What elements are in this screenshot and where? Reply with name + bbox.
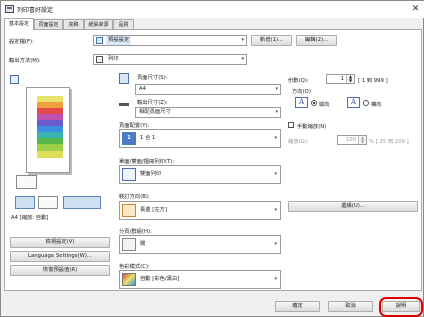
output-method-value: 列印 [108,56,119,62]
collate-select[interactable]: 關 ▾ [119,235,281,254]
scale-spinner[interactable]: 100 ▲ ▼ [337,135,367,145]
portrait-icon: A [295,97,308,108]
profile-select[interactable]: 預設設定 ▾ [93,35,247,46]
profile-value: 預設設定 [106,36,132,45]
duplex-select[interactable]: 雙面列印 ▾ [119,165,281,184]
collate-icon [122,238,136,251]
copies-value: 1 [340,76,344,82]
edit-profile-button[interactable]: 編輯(2)... [296,35,337,46]
orientation-label: 方向(O) [292,89,311,95]
collate-value: 關 [140,241,146,247]
chevron-down-icon: ▾ [275,86,278,92]
chevron-down-icon: ▾ [241,37,244,43]
portrait-label: 縱向 [319,102,330,108]
binding-value: 長邊 [左方] [140,207,168,213]
preview-page [26,87,70,173]
binding-icon [122,204,136,217]
page-size-label: 頁面尺寸(S): [137,75,168,81]
preview-color-bars [37,96,63,158]
close-icon[interactable]: ✕ [409,3,422,15]
spinner-arrows-icon[interactable]: ▲ ▼ [358,136,366,144]
color-mode-label: 色彩模式(C): [119,264,150,270]
manual-scaling-checkbox[interactable] [288,122,294,128]
title-bar: 列印喜好設定 ✕ [1,1,424,18]
binding-label: 裝訂方向(B): [119,194,150,200]
color-mode-icon [122,273,136,286]
profile-icon [96,37,103,44]
copies-spinner[interactable]: 1 ▲ ▼ [326,74,355,84]
page-size-select[interactable]: A4 ▾ [135,84,281,95]
chevron-down-icon: ▾ [274,207,277,213]
tab-basic-settings[interactable]: 基本設定 [4,18,34,30]
tray-icon-2[interactable] [15,196,35,209]
view-settings-button[interactable]: 檢視設定(V) [10,237,110,248]
manual-scaling-label: 手動縮放(N) [297,124,327,130]
spinner-arrows-icon[interactable]: ▲ ▼ [346,75,354,83]
restore-defaults-button[interactable]: 恢復預設值(R) [10,265,110,276]
print-preferences-window: 列印喜好設定 ✕ 基本設定 頁面設定 完稿 紙張來源 品質 設定檔(F): 預設… [0,0,424,317]
output-method-label: 輸出方法(M): [9,58,41,64]
page-layout-select[interactable]: 1 1 合 1 ▾ [119,129,281,148]
color-mode-select[interactable]: 自動 [彩色/黑白] ▾ [119,270,281,289]
ok-button[interactable]: 確定 [275,301,320,312]
window-title: 列印喜好設定 [17,7,54,14]
language-settings-button[interactable]: Language Settings(W)... [10,251,110,262]
output-size-value: 相配頁面尺寸 [139,109,171,115]
chevron-down-icon: ▾ [241,56,244,62]
scale-range: % [ 25 到 200 ] [369,139,409,145]
page-size-icon [119,73,129,84]
color-mode-value: 自動 [彩色/黑白] [140,276,180,282]
output-size-icon [119,98,129,106]
page-layout-value: 1 合 1 [140,135,156,141]
cancel-button[interactable]: 取消 [328,301,373,312]
binding-select[interactable]: 長邊 [左方] ▾ [119,201,281,220]
page-layout-label: 頁面配置(Y): [119,123,150,129]
output-size-select[interactable]: 相配頁面尺寸 ▾ [135,107,281,118]
margin-button[interactable]: 邊緣(U)... [288,201,418,212]
printer-icon [5,5,14,13]
landscape-radio[interactable] [363,100,369,106]
chevron-down-icon: ▾ [274,135,277,141]
preview-toggle-icon[interactable] [10,75,19,84]
landscape-icon: A [347,97,360,108]
profile-label: 設定檔(F): [9,39,34,45]
page-layout-icon: 1 [122,132,136,145]
duplex-value: 雙面列印 [140,171,162,177]
preview-caption: A4 [縮放: 自動] [11,215,49,221]
landscape-label: 橫向 [371,102,382,108]
chevron-down-icon: ▾ [274,241,277,247]
add-profile-button[interactable]: 新增(1)... [251,35,292,46]
chevron-down-icon: ▾ [275,109,278,115]
copies-range: [ 1 到 999 ] [358,78,388,84]
chevron-down-icon: ▾ [274,276,277,282]
copies-label: 份數(Q): [288,78,309,84]
output-size-label: 輸出尺寸(Z): [137,100,168,106]
portrait-radio[interactable] [311,100,317,106]
scale-value: 100 [345,137,356,143]
tray-icon-1[interactable] [16,175,37,189]
tray-icon-3[interactable] [38,196,58,209]
chevron-down-icon: ▾ [274,171,277,177]
page-size-value: A4 [139,86,146,92]
duplex-icon [122,168,136,181]
collate-label: 分頁/群組(H): [119,229,152,235]
finisher-icon[interactable] [63,196,101,209]
help-highlight-ring [379,297,423,317]
print-icon [96,56,103,63]
output-method-select[interactable]: 列印 ▾ [93,54,247,65]
duplex-label: 單面/雙面/摺冊列印(T): [119,159,175,165]
scale-label: 縮放(G): [288,139,309,145]
